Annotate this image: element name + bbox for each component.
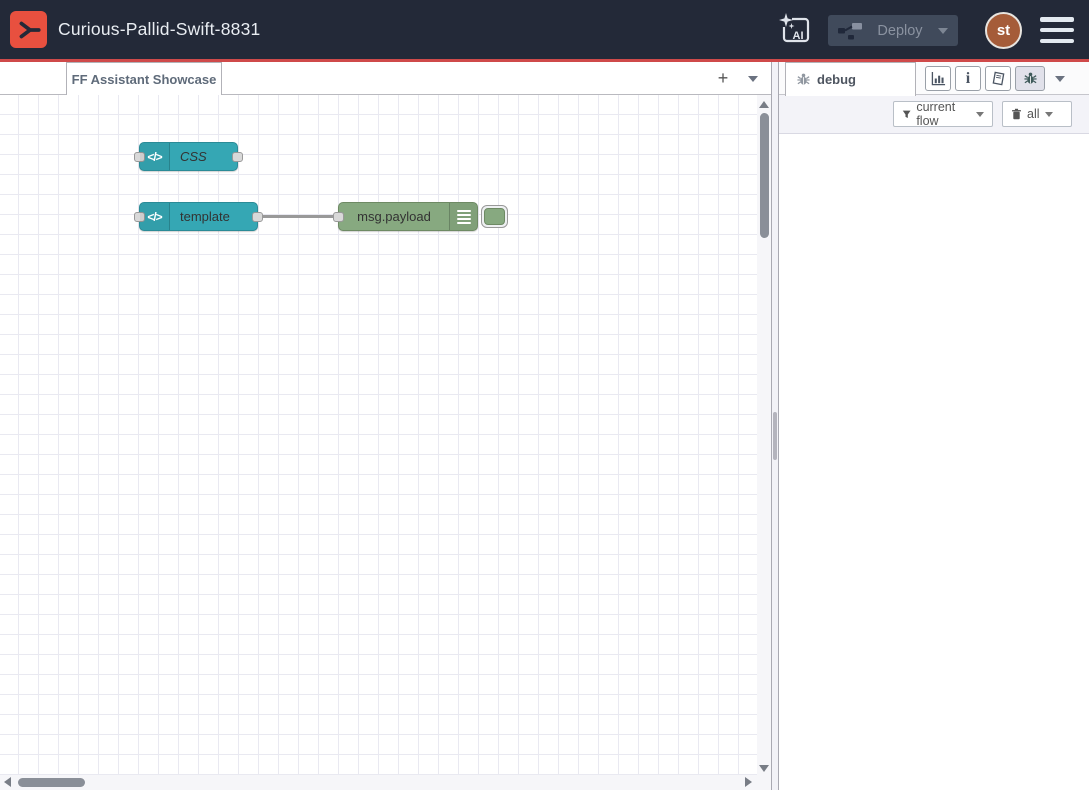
debug-lines-glyph [457,210,471,224]
clear-caret-icon [1045,112,1053,117]
sidebar-splitter[interactable] [771,62,779,790]
scroll-right-arrow-icon[interactable] [745,777,752,787]
deploy-label: Deploy [862,23,938,39]
debug-list-icon [449,203,477,230]
project-title: Curious-Pallid-Swift-8831 [58,0,260,59]
add-flow-button[interactable]: + [711,67,735,91]
bug-icon [796,72,811,87]
node-template[interactable]: </> template [139,202,258,231]
debug-filter-button[interactable]: current flow [893,101,993,127]
info-button[interactable]: i [955,66,981,91]
hamburger-bar [1040,39,1074,44]
code-icon: </> [140,143,170,170]
workspace-tab-label: FF Assistant Showcase [72,72,217,87]
scroll-down-arrow-icon[interactable] [759,765,769,772]
scroll-left-arrow-icon[interactable] [4,777,11,787]
deploy-nodes-icon [838,21,862,40]
sidebar-tabbar: debug i [779,62,1089,95]
debug-toggle-state [484,208,505,225]
canvas-horizontal-scrollbar[interactable] [0,775,771,790]
node-debug-msg-payload[interactable]: msg.payload [338,202,478,231]
filter-funnel-icon [902,109,911,120]
help-button[interactable] [985,66,1011,91]
debug-messages-panel[interactable] [779,134,1089,790]
sidebar-tabs-caret-icon[interactable] [1055,76,1065,82]
trash-icon [1011,108,1022,120]
canvas-vertical-scrollbar[interactable] [757,95,771,775]
sidebar-tab-label: debug [817,72,856,87]
deploy-options-caret-icon[interactable] [938,28,948,34]
dashboard-button[interactable] [925,66,951,91]
node-css-template[interactable]: </> CSS [139,142,238,171]
scroll-up-arrow-icon[interactable] [759,101,769,108]
svg-text:AI: AI [793,30,804,42]
node-template-output-port[interactable] [252,212,263,222]
deploy-button[interactable]: Deploy [828,15,958,46]
app-logo-icon [10,11,47,48]
hamburger-bar [1040,17,1074,22]
wire-layer [0,95,757,775]
splitter-drag-handle[interactable] [773,412,777,460]
filter-label: current flow [916,100,971,128]
node-debug-input-port[interactable] [333,212,344,222]
debug-toolbar: current flow all [779,95,1089,134]
flow-canvas[interactable]: </> CSS </> template msg.payload [0,95,757,775]
bug-icon [1023,71,1038,86]
bar-chart-icon [931,71,946,86]
info-icon: i [966,71,970,87]
filter-caret-icon [976,112,984,117]
header: Curious-Pallid-Swift-8831 AI Deploy st [0,0,1089,62]
main-menu-button[interactable] [1040,17,1074,43]
sidebar-tab-debug[interactable]: debug [785,62,916,96]
workspace-tab-active[interactable]: FF Assistant Showcase [66,62,222,95]
code-icon: </> [140,203,170,230]
node-red-editor: Curious-Pallid-Swift-8831 AI Deploy st [0,0,1089,790]
node-css-output-port[interactable] [232,152,243,162]
vertical-scroll-thumb[interactable] [760,113,769,238]
book-icon [991,71,1006,86]
sidebar: debug i [779,62,1089,790]
debug-enable-toggle[interactable] [481,205,508,228]
user-avatar[interactable]: st [985,12,1022,49]
avatar-initials: st [997,22,1010,39]
horizontal-scroll-thumb[interactable] [18,778,85,787]
branch-logo-glyph [16,17,42,43]
debug-panel-button[interactable] [1015,66,1045,91]
ai-sparkle-icon: AI [777,12,813,48]
workspace-tabbar: FF Assistant Showcase + [0,62,771,95]
ai-assistant-button[interactable]: AI [776,11,814,49]
workspace-list-caret-icon[interactable] [748,76,758,82]
debug-clear-button[interactable]: all [1002,101,1072,127]
hamburger-bar [1040,28,1074,33]
clear-label: all [1027,107,1040,121]
